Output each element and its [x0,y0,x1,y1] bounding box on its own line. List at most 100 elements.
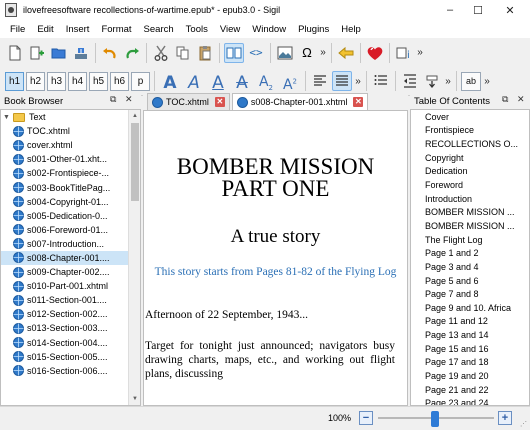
file-item[interactable]: s008-Chapter-001.... [1,250,140,266]
toc-entry[interactable]: Page 5 and 6 [411,274,529,288]
add-file-button[interactable] [27,43,47,63]
menu-insert[interactable]: Insert [60,24,96,35]
menu-plugins[interactable]: Plugins [292,24,335,35]
insert-special-char-button[interactable]: Ω [297,43,317,63]
change-case-button[interactable]: ab [461,71,481,91]
toc-entry[interactable]: Page 7 and 8 [411,287,529,301]
file-item[interactable]: s014-Section-004.... [1,336,140,350]
file-item[interactable]: s003-BookTitlePag... [1,180,140,194]
back-button[interactable] [336,43,356,63]
menu-file[interactable]: File [4,24,31,35]
close-panel-icon[interactable]: ✕ [125,94,133,105]
toc-entry[interactable]: BOMBER MISSION ... [411,205,529,219]
heading-2-button[interactable]: h2 [26,71,45,91]
list-button[interactable] [371,71,391,91]
toolbar-overflow-1[interactable]: » [318,47,328,58]
close-tab-icon[interactable]: ✕ [353,97,364,107]
file-item[interactable]: TOC.xhtml [1,124,140,138]
zoom-in-button[interactable]: + [498,411,512,425]
align-justify-button[interactable] [332,71,352,91]
underline-button[interactable]: A [207,70,229,92]
toolbar-overflow-4[interactable]: » [443,76,453,87]
file-item[interactable]: s016-Section-006.... [1,364,140,378]
menu-edit[interactable]: Edit [31,24,59,35]
align-left-button[interactable] [310,71,330,91]
menu-help[interactable]: Help [335,24,367,35]
indent-button[interactable] [422,71,442,91]
copy-button[interactable] [173,43,193,63]
tab-toc[interactable]: TOC.xhtml ✕ [147,93,230,110]
tab-chapter-001[interactable]: s008-Chapter-001.xhtml ✕ [231,93,369,110]
menu-window[interactable]: Window [246,24,292,35]
open-button[interactable] [49,43,69,63]
file-item[interactable]: s015-Section-005.... [1,350,140,364]
paste-button[interactable] [195,43,215,63]
menu-search[interactable]: Search [138,24,180,35]
toc-entry[interactable]: Frontispiece [411,124,529,138]
scrollbar-thumb[interactable] [131,123,139,201]
float-panel-icon[interactable]: ⧉ [110,94,116,105]
zoom-slider-thumb[interactable] [431,411,439,427]
insert-image-button[interactable] [275,43,295,63]
toc-entry[interactable]: RECOLLECTIONS O... [411,137,529,151]
close-panel-icon[interactable]: ✕ [517,94,525,105]
file-item[interactable]: s007-Introduction... [1,237,140,251]
toc-entry[interactable]: Cover [411,110,529,124]
toolbar-overflow-5[interactable]: » [482,76,492,87]
toc-entry[interactable]: Page 1 and 2 [411,246,529,260]
file-item[interactable]: s004-Copyright-01... [1,195,140,209]
validate-button[interactable] [365,43,385,63]
resize-grip-icon[interactable]: ⋰ [520,420,528,428]
heading-5-button[interactable]: h5 [89,71,108,91]
toc-entry[interactable]: Page 3 and 4 [411,260,529,274]
toc-entry[interactable]: Page 13 and 14 [411,328,529,342]
toc-entry[interactable]: Page 19 and 20 [411,369,529,383]
save-button[interactable] [71,43,91,63]
toolbar-overflow-2[interactable]: » [415,47,425,58]
menu-format[interactable]: Format [95,24,137,35]
toc-entry[interactable]: The Flight Log [411,233,529,247]
heading-3-button[interactable]: h3 [47,71,66,91]
zoom-out-button[interactable]: − [359,411,373,425]
metadata-button[interactable]: i [394,43,414,63]
toc-entry[interactable]: Page 21 and 22 [411,383,529,397]
italic-button[interactable]: A [183,70,205,92]
document-preview[interactable]: BOMBER MISSION PART ONE A true story Thi… [143,110,408,406]
code-view-button[interactable]: <> [246,43,266,63]
heading-6-button[interactable]: h6 [110,71,129,91]
heading-4-button[interactable]: h4 [68,71,87,91]
toc-entry[interactable]: Dedication [411,165,529,179]
superscript-button[interactable]: A2 [279,70,301,92]
collapse-arrow-icon[interactable]: ▼ [3,114,11,121]
scroll-down-arrow-icon[interactable]: ▼ [129,393,140,405]
toc-entry[interactable]: Page 17 and 18 [411,356,529,370]
toolbar-overflow-3[interactable]: » [353,76,363,87]
toc-entry[interactable]: BOMBER MISSION ... [411,219,529,233]
toc-entry[interactable]: Page 11 and 12 [411,315,529,329]
file-item[interactable]: s010-Part-001.xhtml [1,279,140,293]
menu-view[interactable]: View [214,24,246,35]
outdent-button[interactable] [400,71,420,91]
bold-button[interactable]: A [159,70,181,92]
file-item[interactable]: s002-Frontispiece-... [1,166,140,180]
folder-text[interactable]: ▼ Text [1,110,140,124]
float-panel-icon[interactable]: ⧉ [502,94,508,105]
heading-1-button[interactable]: h1 [5,71,24,91]
cut-button[interactable] [151,43,171,63]
toc-entry[interactable]: Page 9 and 10. Africa [411,301,529,315]
file-item[interactable]: s006-Foreword-01... [1,223,140,237]
subscript-button[interactable]: A2 [255,70,277,92]
toc-entry[interactable]: Copyright [411,151,529,165]
new-file-button[interactable] [5,43,25,63]
file-item[interactable]: cover.xhtml [1,138,140,152]
redo-button[interactable] [122,43,142,63]
file-item[interactable]: s005-Dedication-0... [1,209,140,223]
toc-entry[interactable]: Page 15 and 16 [411,342,529,356]
file-item[interactable]: s011-Section-001.... [1,293,140,307]
book-view-button[interactable] [224,42,244,63]
book-browser-scrollbar[interactable]: ▲ ▼ [128,110,140,405]
undo-button[interactable] [100,43,120,63]
toc-entry[interactable]: Foreword [411,178,529,192]
close-window-button[interactable]: ✕ [490,0,530,20]
file-item[interactable]: s012-Section-002.... [1,307,140,321]
